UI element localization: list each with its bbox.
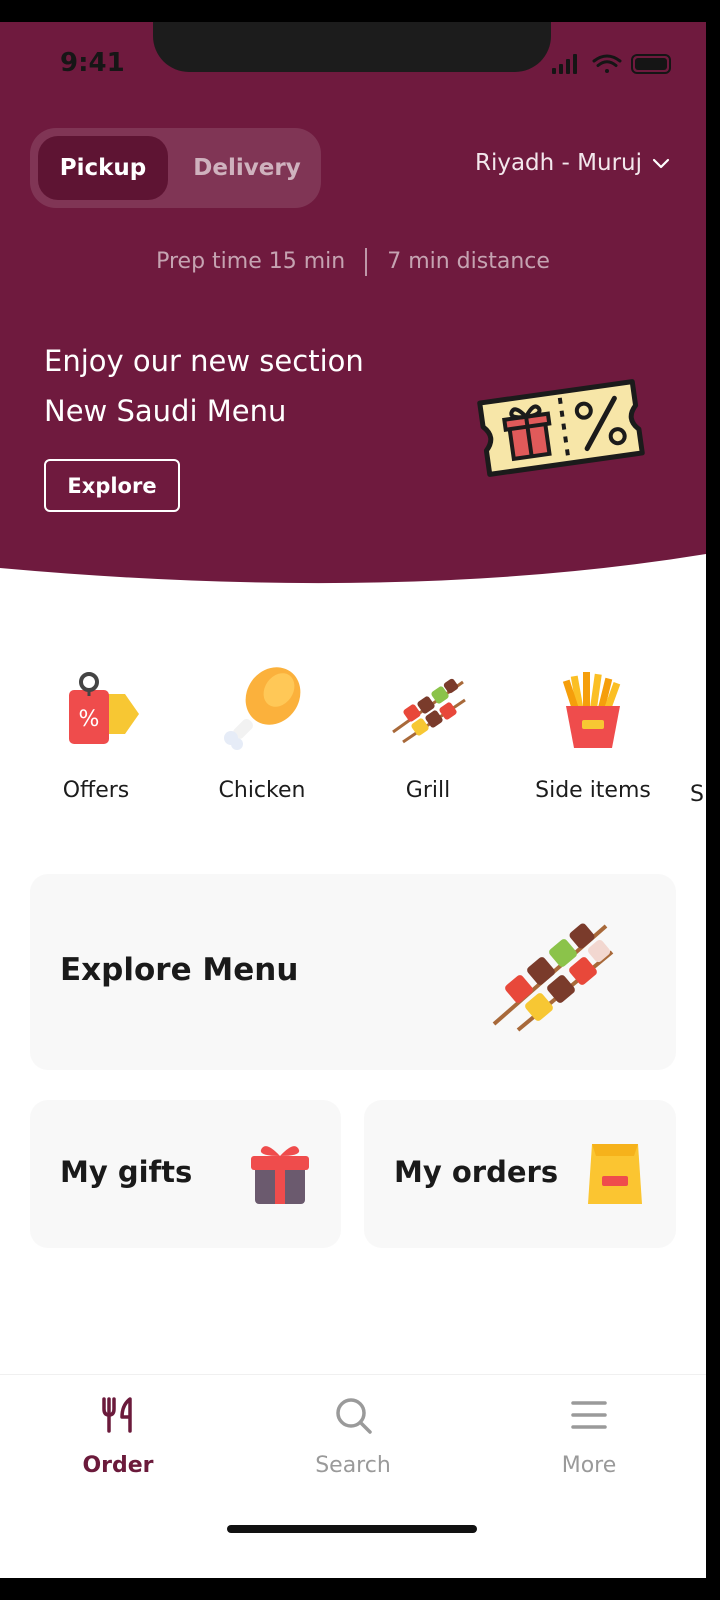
header-background <box>0 22 706 584</box>
distance: 7 min distance <box>387 249 550 274</box>
wifi-icon <box>592 54 622 73</box>
category-offers[interactable]: % Offers <box>26 662 166 803</box>
chevron-down-icon <box>652 158 670 169</box>
skewer-icon <box>392 678 466 744</box>
category-label: Chicken <box>218 778 306 803</box>
menu-icon <box>571 1401 607 1429</box>
category-label-partial[interactable]: S <box>690 782 704 807</box>
category-list: % Offers Chicken Grill Side items S <box>0 662 706 842</box>
svg-text:%: % <box>79 707 100 732</box>
pickup-tab[interactable]: Pickup <box>38 136 168 200</box>
gift-icon <box>251 1146 309 1204</box>
battery-icon <box>631 54 671 74</box>
skewer-icon <box>492 923 614 1032</box>
category-label: Grill <box>405 778 451 803</box>
category-label: Side items <box>535 778 651 803</box>
my-orders-card[interactable]: My orders <box>364 1100 676 1248</box>
promo-title: Enjoy our new section <box>44 344 364 378</box>
explore-menu-card[interactable]: Explore Menu <box>30 874 676 1070</box>
status-icons <box>552 54 671 74</box>
divider <box>365 248 368 276</box>
category-label: Offers <box>62 778 130 803</box>
bottom-navigation: Order Search More <box>0 1374 706 1578</box>
card-title: My gifts <box>60 1155 193 1189</box>
nav-label: Order <box>82 1453 154 1478</box>
explore-button[interactable]: Explore <box>44 459 180 512</box>
coupon-ticket-icon <box>477 379 645 477</box>
nav-order[interactable]: Order <box>38 1395 198 1478</box>
nav-more[interactable]: More <box>509 1395 669 1478</box>
prep-time: Prep time 15 min <box>156 249 346 274</box>
app-screen: 9:41 Pickup Delivery Riyadh - Muruj Prep… <box>0 22 706 1578</box>
device-notch <box>153 22 551 72</box>
header: 9:41 Pickup Delivery Riyadh - Muruj Prep… <box>0 22 706 622</box>
nav-search[interactable]: Search <box>273 1395 433 1478</box>
home-indicator[interactable] <box>227 1525 477 1533</box>
my-gifts-card[interactable]: My gifts <box>30 1100 341 1248</box>
category-grill[interactable]: Grill <box>358 662 498 803</box>
delivery-tab[interactable]: Delivery <box>182 136 312 200</box>
card-title: My orders <box>394 1155 559 1189</box>
status-time: 9:41 <box>60 48 125 78</box>
paper-bag-icon <box>588 1144 642 1204</box>
prep-info: Prep time 15 min 7 min distance <box>0 248 706 276</box>
chicken-leg-icon <box>224 667 301 750</box>
location-label: Riyadh - Muruj <box>474 150 642 176</box>
fries-icon <box>562 672 621 748</box>
category-chicken[interactable]: Chicken <box>192 662 332 803</box>
price-tag-icon: % <box>69 672 139 744</box>
order-mode-toggle: Pickup Delivery <box>30 128 321 208</box>
nav-label: More <box>561 1453 617 1478</box>
nav-label: Search <box>315 1453 391 1478</box>
search-icon <box>336 1398 372 1434</box>
category-side-items[interactable]: Side items <box>523 662 663 803</box>
card-title: Explore Menu <box>60 952 299 988</box>
location-selector[interactable]: Riyadh - Muruj <box>475 150 670 176</box>
fork-knife-icon <box>102 1397 132 1433</box>
promo-subtitle: New Saudi Menu <box>44 394 287 428</box>
signal-icon <box>552 54 577 74</box>
